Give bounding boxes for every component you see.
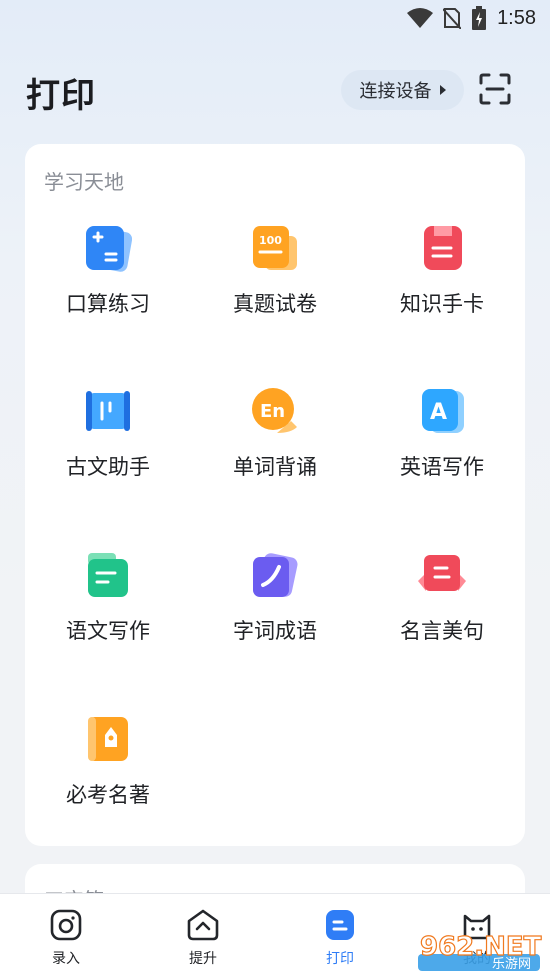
grid-item-label: 古文助手 (66, 455, 150, 479)
grid-item-label: 字词成语 (233, 619, 317, 643)
grid-item-label: 单词背诵 (233, 455, 317, 479)
section-title: 学习天地 (44, 170, 124, 194)
learning-section-card: 学习天地 口算练习 100 真题试卷 知识手卡 古文助手 En 单词背诵 A 英… (25, 144, 525, 846)
grid-item-knowledge-cards[interactable]: 知识手卡 (359, 224, 525, 344)
status-time: 1:58 (497, 6, 536, 29)
grid-item-label: 必考名著 (66, 783, 150, 807)
grid-item-word-recite[interactable]: En 单词背诵 (192, 387, 358, 507)
battery-icon (472, 6, 487, 30)
quote-icon (418, 555, 466, 591)
print-icon (326, 910, 354, 940)
grid-item-chinese-writing[interactable]: 语文写作 (25, 551, 191, 671)
grid-item-exam-papers[interactable]: 100 真题试卷 (192, 224, 358, 344)
calculator-icon (86, 226, 132, 272)
grid-item-label: 口算练习 (66, 292, 150, 316)
scan-icon[interactable] (478, 72, 512, 106)
nav-item-improve[interactable]: 提升 (163, 908, 243, 970)
wifi-icon (407, 8, 434, 28)
nav-label: 录入 (52, 951, 80, 967)
nav-label: 打印 (326, 951, 354, 967)
chevron-up-icon (187, 909, 219, 941)
grid-item-label: 知识手卡 (400, 292, 484, 316)
grid-item-label: 语文写作 (66, 619, 150, 643)
no-sim-icon (443, 8, 462, 29)
connect-device-button[interactable]: 连接设备 (341, 70, 464, 110)
status-bar: 1:58 (0, 0, 550, 40)
arrow-right-icon (439, 85, 446, 95)
idiom-icon (253, 553, 298, 597)
english-word-icon: En (252, 388, 297, 433)
grid-item-quotes[interactable]: 名言美句 (359, 551, 525, 671)
grid-item-label: 英语写作 (400, 455, 484, 479)
english-writing-icon: A (422, 389, 464, 433)
svg-text:En: En (260, 401, 285, 422)
ancient-scroll-icon (86, 391, 130, 431)
svg-text:100: 100 (259, 234, 282, 247)
watermark-sub: 乐游网 (492, 957, 531, 972)
grid-item-label: 名言美句 (400, 619, 484, 643)
nav-item-print[interactable]: 打印 (300, 908, 380, 970)
connect-device-label: 连接设备 (359, 81, 432, 102)
exam-paper-icon: 100 (253, 226, 297, 270)
knowledge-card-icon (424, 226, 462, 270)
classic-book-icon (88, 717, 128, 761)
page-title: 打印 (26, 76, 96, 116)
grid-item-classic-books[interactable]: 必考名著 (25, 715, 191, 835)
grid-item-label: 真题试卷 (233, 292, 317, 316)
grid-item-classical-assistant[interactable]: 古文助手 (25, 387, 191, 507)
grid-item-idioms[interactable]: 字词成语 (192, 551, 358, 671)
grid-item-english-writing[interactable]: A 英语写作 (359, 387, 525, 507)
grid-item-mental-math[interactable]: 口算练习 (25, 224, 191, 344)
svg-text:A: A (430, 400, 447, 425)
chinese-writing-icon (88, 553, 128, 597)
watermark-logo: 962.NET 乐游网 (418, 931, 542, 972)
nav-item-input[interactable]: 录入 (26, 908, 106, 970)
nav-label: 提升 (189, 951, 217, 967)
camera-icon (50, 909, 82, 941)
